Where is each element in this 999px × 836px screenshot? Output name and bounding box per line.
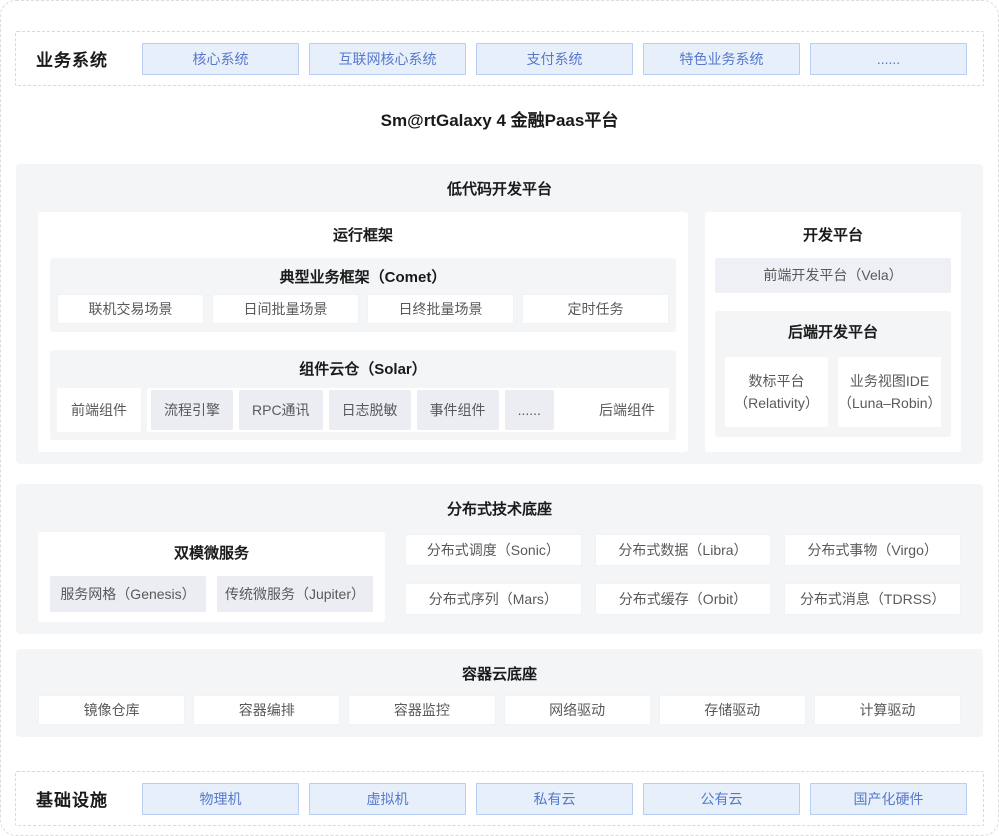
backend-dev-platform-row: 数标平台 （Relativity） 业务视图IDE （Luna–Robin） xyxy=(725,357,941,427)
image-registry: 镜像仓库 xyxy=(38,695,185,725)
typical-business-framework-title: 典型业务框架（Comet） xyxy=(57,266,669,290)
typical-business-framework-box: 典型业务框架（Comet） 联机交易场景 日间批量场景 日终批量场景 定时任务 xyxy=(50,258,676,332)
business-system-internet-core: 互联网核心系统 xyxy=(309,43,466,75)
traditional-microservice-jupiter: 传统微服务（Jupiter） xyxy=(217,576,373,612)
container-monitoring: 容器监控 xyxy=(348,695,495,725)
infra-domestic-hardware: 国产化硬件 xyxy=(810,783,967,815)
data-standard-platform-line2: （Relativity） xyxy=(725,392,828,414)
distributed-message-tdrss: 分布式消息（TDRSS） xyxy=(784,583,961,615)
infra-private-cloud: 私有云 xyxy=(476,783,633,815)
business-system-core: 核心系统 xyxy=(142,43,299,75)
component-cloud-box: 组件云仓（Solar） 前端组件 流程引擎 RPC通讯 日志脱敏 事件组件 ..… xyxy=(50,350,676,440)
service-mesh-genesis: 服务网格（Genesis） xyxy=(50,576,206,612)
component-cloud-row: 前端组件 流程引擎 RPC通讯 日志脱敏 事件组件 ...... 后端组件 xyxy=(57,388,669,432)
typical-business-framework-row: 联机交易场景 日间批量场景 日终批量场景 定时任务 xyxy=(57,294,669,324)
dual-mode-microservices-row: 服务网格（Genesis） 传统微服务（Jupiter） xyxy=(50,576,373,612)
component-backend: 后端组件 xyxy=(599,400,655,420)
low-code-platform-title: 低代码开发平台 xyxy=(38,178,961,202)
distributed-base-row: 双模微服务 服务网格（Genesis） 传统微服务（Jupiter） 分布式调度… xyxy=(38,532,961,622)
infra-physical-machine: 物理机 xyxy=(142,783,299,815)
scenario-online-transaction: 联机交易场景 xyxy=(57,294,204,324)
business-systems-label: 业务系统 xyxy=(36,46,142,71)
business-system-special: 特色业务系统 xyxy=(643,43,800,75)
scenario-scheduled-task: 定时任务 xyxy=(522,294,669,324)
distributed-scheduling-sonic: 分布式调度（Sonic） xyxy=(405,534,582,566)
business-system-payment: 支付系统 xyxy=(476,43,633,75)
component-process-engine: 流程引擎 xyxy=(151,390,233,430)
component-strip: 流程引擎 RPC通讯 日志脱敏 事件组件 ...... 后端组件 xyxy=(147,388,669,432)
business-view-ide-luna-robin: 业务视图IDE （Luna–Robin） xyxy=(838,357,941,427)
infrastructure-label: 基础设施 xyxy=(36,786,142,811)
dev-platform-title: 开发平台 xyxy=(715,224,951,248)
network-driver: 网络驱动 xyxy=(504,695,651,725)
runtime-framework-title: 运行框架 xyxy=(50,224,676,248)
distributed-base-box: 分布式技术底座 双模微服务 服务网格（Genesis） 传统微服务（Jupite… xyxy=(16,484,983,634)
dual-mode-microservices-box: 双模微服务 服务网格（Genesis） 传统微服务（Jupiter） xyxy=(38,532,385,622)
dev-platform-box: 开发平台 前端开发平台（Vela） 后端开发平台 数标平台 （Relativit… xyxy=(705,212,961,452)
low-code-platform-row: 运行框架 典型业务框架（Comet） 联机交易场景 日间批量场景 日终批量场景 … xyxy=(38,212,961,452)
distributed-transaction-virgo: 分布式事物（Virgo） xyxy=(784,534,961,566)
container-base-title: 容器云底座 xyxy=(38,663,961,687)
distributed-base-title: 分布式技术底座 xyxy=(38,498,961,522)
distributed-services-grid: 分布式调度（Sonic） 分布式数据（Libra） 分布式事物（Virgo） 分… xyxy=(405,532,961,622)
distributed-data-libra: 分布式数据（Libra） xyxy=(595,534,772,566)
distributed-cache-orbit: 分布式缓存（Orbit） xyxy=(595,583,772,615)
compute-driver: 计算驱动 xyxy=(814,695,961,725)
business-systems-band: 业务系统 核心系统 互联网核心系统 支付系统 特色业务系统 ...... xyxy=(15,31,984,86)
business-view-ide-line2: （Luna–Robin） xyxy=(838,392,941,414)
component-event: 事件组件 xyxy=(417,390,499,430)
backend-dev-platform-box: 后端开发平台 数标平台 （Relativity） 业务视图IDE （Luna–R… xyxy=(715,311,951,437)
storage-driver: 存储驱动 xyxy=(659,695,806,725)
infra-public-cloud: 公有云 xyxy=(643,783,800,815)
container-base-row: 镜像仓库 容器编排 容器监控 网络驱动 存储驱动 计算驱动 xyxy=(38,695,961,725)
page-title: Sm@rtGalaxy 4 金融Paas平台 xyxy=(1,106,998,136)
distributed-sequence-mars: 分布式序列（Mars） xyxy=(405,583,582,615)
component-log-masking: 日志脱敏 xyxy=(329,390,411,430)
scenario-eod-batch: 日终批量场景 xyxy=(367,294,514,324)
architecture-diagram: 业务系统 核心系统 互联网核心系统 支付系统 特色业务系统 ...... Sm@… xyxy=(0,0,999,836)
business-system-more: ...... xyxy=(810,43,967,75)
container-orchestration: 容器编排 xyxy=(193,695,340,725)
business-view-ide-line1: 业务视图IDE xyxy=(838,370,941,392)
frontend-dev-platform-vela: 前端开发平台（Vela） xyxy=(715,258,951,293)
runtime-framework-box: 运行框架 典型业务框架（Comet） 联机交易场景 日间批量场景 日终批量场景 … xyxy=(38,212,688,452)
component-frontend: 前端组件 xyxy=(57,388,141,432)
dual-mode-microservices-title: 双模微服务 xyxy=(50,542,373,566)
component-cloud-title: 组件云仓（Solar） xyxy=(57,358,669,382)
component-more: ...... xyxy=(505,390,554,430)
infrastructure-band: 基础设施 物理机 虚拟机 私有云 公有云 国产化硬件 xyxy=(15,771,984,826)
data-standard-platform-line1: 数标平台 xyxy=(725,370,828,392)
component-rpc: RPC通讯 xyxy=(239,390,323,430)
container-base-box: 容器云底座 镜像仓库 容器编排 容器监控 网络驱动 存储驱动 计算驱动 xyxy=(16,649,983,737)
scenario-intraday-batch: 日间批量场景 xyxy=(212,294,359,324)
infra-virtual-machine: 虚拟机 xyxy=(309,783,466,815)
data-standard-platform-relativity: 数标平台 （Relativity） xyxy=(725,357,828,427)
backend-dev-platform-title: 后端开发平台 xyxy=(725,321,941,345)
low-code-platform-box: 低代码开发平台 运行框架 典型业务框架（Comet） 联机交易场景 日间批量场景… xyxy=(16,164,983,464)
